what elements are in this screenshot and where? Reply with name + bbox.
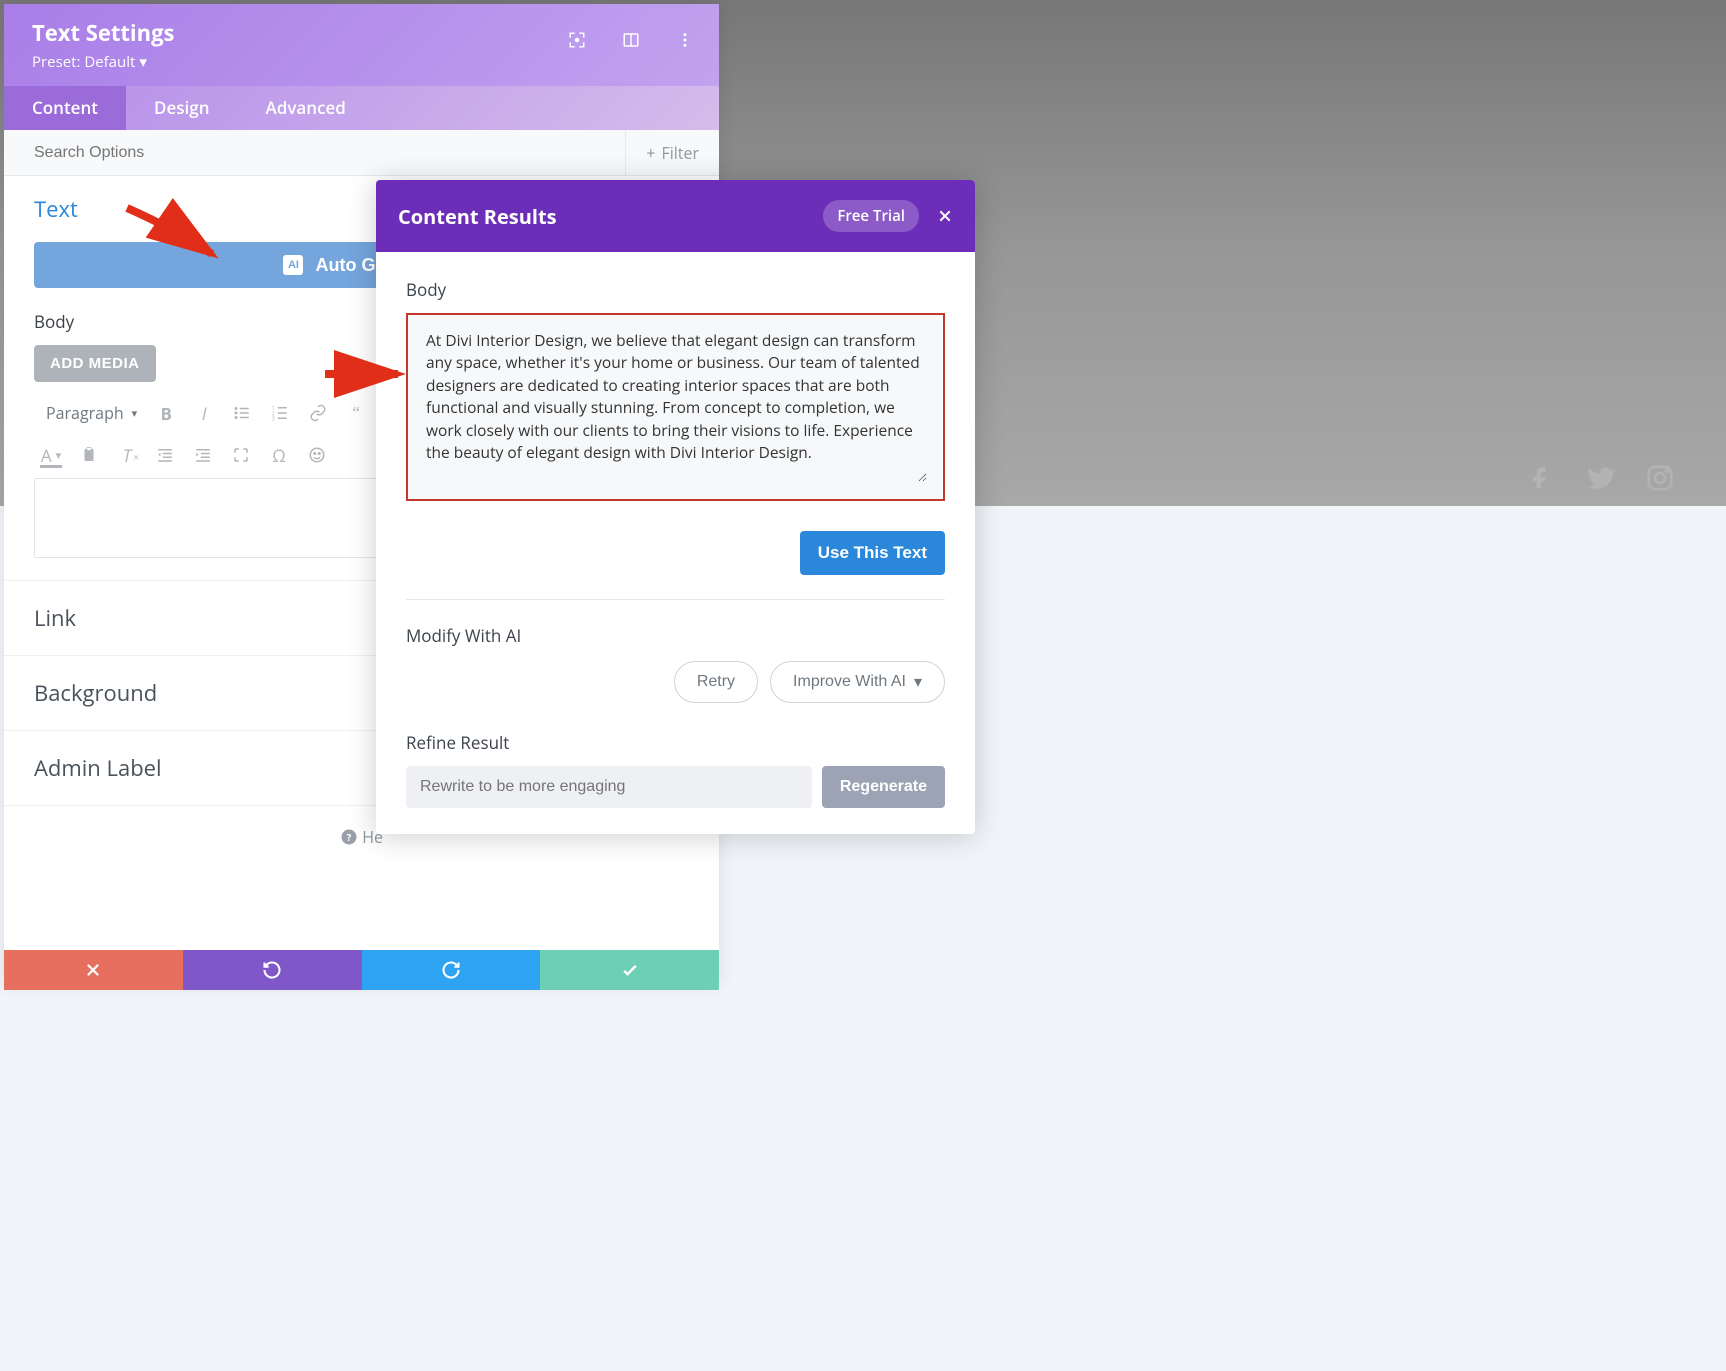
refine-input[interactable] bbox=[406, 766, 812, 808]
content-results-modal: Content Results Free Trial Body Use This… bbox=[376, 180, 975, 834]
result-body-label: Body bbox=[406, 278, 945, 301]
indent-icon[interactable] bbox=[186, 438, 220, 472]
save-button[interactable] bbox=[540, 950, 719, 990]
refine-result-label: Refine Result bbox=[406, 731, 945, 754]
numbered-list-icon[interactable]: 123 bbox=[263, 396, 297, 430]
undo-button[interactable] bbox=[183, 950, 362, 990]
bullet-list-icon[interactable] bbox=[225, 396, 259, 430]
text-color-icon[interactable]: A ▾ bbox=[34, 438, 68, 472]
outdent-icon[interactable] bbox=[148, 438, 182, 472]
more-vert-icon[interactable] bbox=[675, 30, 695, 50]
tab-content[interactable]: Content bbox=[4, 86, 126, 130]
svg-text:3: 3 bbox=[272, 415, 275, 423]
filter-button[interactable]: + Filter bbox=[625, 130, 719, 175]
divider bbox=[406, 599, 945, 600]
modal-title: Content Results bbox=[398, 203, 557, 230]
improve-with-ai-button[interactable]: Improve With AI ▾ bbox=[770, 661, 945, 703]
chevron-down-icon: ▾ bbox=[139, 52, 147, 72]
close-icon[interactable] bbox=[937, 208, 953, 224]
expand-icon[interactable] bbox=[224, 438, 258, 472]
ai-icon: AI bbox=[283, 255, 303, 275]
emoji-icon[interactable] bbox=[300, 438, 334, 472]
improve-label: Improve With AI bbox=[793, 673, 906, 691]
chevron-down-icon: ▾ bbox=[132, 406, 138, 421]
panel-action-bar bbox=[4, 950, 719, 990]
regenerate-button[interactable]: Regenerate bbox=[822, 766, 945, 808]
block-format-dropdown[interactable]: Paragraph ▾ bbox=[34, 396, 145, 430]
bold-icon[interactable]: B bbox=[149, 396, 183, 430]
redo-button[interactable] bbox=[362, 950, 541, 990]
modal-body: Body Use This Text Modify With AI Retry … bbox=[376, 252, 975, 834]
italic-icon[interactable]: I bbox=[187, 396, 221, 430]
panel-tabs: Content Design Advanced bbox=[4, 86, 719, 130]
twitter-icon[interactable] bbox=[1582, 460, 1618, 496]
chevron-down-icon: ▾ bbox=[914, 672, 922, 692]
filter-label: Filter bbox=[661, 142, 699, 164]
sidebar-toggle-icon[interactable] bbox=[621, 30, 641, 50]
add-media-button[interactable]: ADD MEDIA bbox=[34, 345, 156, 382]
search-input[interactable] bbox=[4, 144, 505, 162]
result-textarea-wrapper bbox=[406, 313, 945, 501]
facebook-icon[interactable] bbox=[1522, 460, 1558, 496]
preset-label: Preset: Default bbox=[32, 52, 135, 72]
plus-icon: + bbox=[646, 142, 655, 164]
chevron-down-icon: ▾ bbox=[56, 448, 62, 463]
paste-icon[interactable] bbox=[72, 438, 106, 472]
svg-text:?: ? bbox=[347, 831, 352, 844]
social-icon-strip bbox=[1522, 460, 1678, 496]
fullscreen-icon[interactable] bbox=[567, 30, 587, 50]
link-icon[interactable] bbox=[301, 396, 335, 430]
preset-dropdown[interactable]: Preset: Default ▾ bbox=[32, 52, 691, 72]
use-this-text-button[interactable]: Use This Text bbox=[800, 531, 945, 575]
modify-with-ai-label: Modify With AI bbox=[406, 624, 945, 647]
search-bar: + Filter bbox=[4, 130, 719, 176]
panel-header: Text Settings Preset: Default ▾ bbox=[4, 4, 719, 86]
clear-format-icon[interactable]: T× bbox=[110, 438, 144, 472]
tab-advanced[interactable]: Advanced bbox=[238, 86, 374, 130]
retry-button[interactable]: Retry bbox=[674, 661, 758, 703]
modify-actions-row: Retry Improve With AI ▾ bbox=[406, 661, 945, 703]
discard-button[interactable] bbox=[4, 950, 183, 990]
instagram-icon[interactable] bbox=[1642, 460, 1678, 496]
tab-design[interactable]: Design bbox=[126, 86, 238, 130]
refine-row: Regenerate bbox=[406, 766, 945, 808]
modal-header: Content Results Free Trial bbox=[376, 180, 975, 252]
quote-icon[interactable]: “ bbox=[339, 396, 373, 430]
result-textarea[interactable] bbox=[424, 327, 927, 482]
free-trial-button[interactable]: Free Trial bbox=[823, 200, 919, 232]
omega-icon[interactable]: Ω bbox=[262, 438, 296, 472]
